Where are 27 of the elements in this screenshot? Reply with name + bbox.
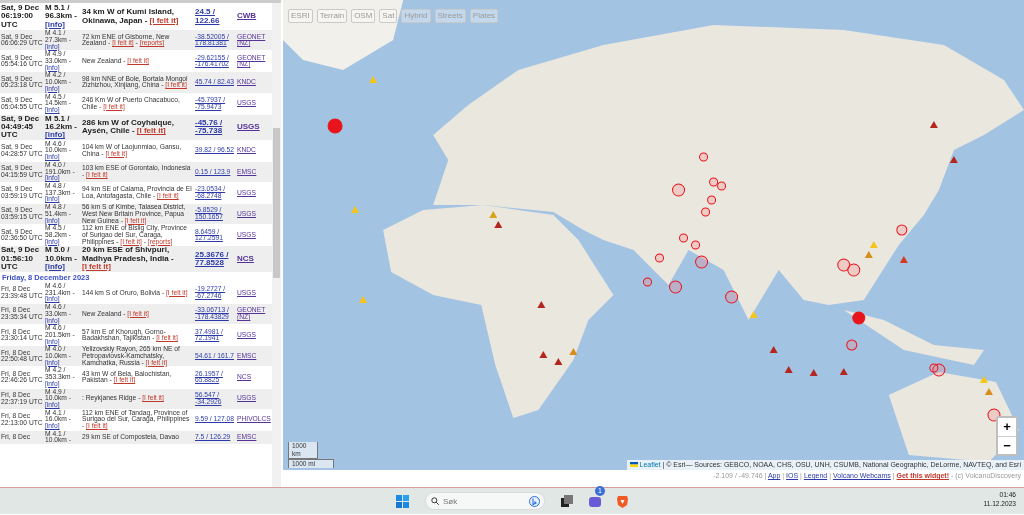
- quake-time: Sat, 9 Dec 06:19:00 UTC: [0, 4, 41, 30]
- felt-report-link[interactable]: [I felt it]: [82, 262, 111, 272]
- windows-logo-icon[interactable]: [396, 494, 409, 508]
- magnitude-depth: M 5.1 / 96.3km - [info]: [44, 4, 79, 30]
- felt-report-link[interactable]: [I felt it]: [136, 126, 166, 136]
- scrollbar[interactable]: [272, 3, 281, 487]
- felt-report-link[interactable]: [I felt it]: [149, 15, 179, 25]
- search-field[interactable]: Søk: [425, 492, 545, 510]
- flag-icon: [629, 462, 638, 468]
- quake-location: 286 km W of Coyhaique, Aysén, Chile - [I felt it]: [81, 114, 194, 140]
- quake-time: Sat, 9 Dec 04:49:45 UTC: [0, 114, 44, 140]
- info-link[interactable]: [info]: [45, 130, 65, 140]
- zoom-out-button[interactable]: −: [998, 436, 1016, 454]
- coordinates-link[interactable]: 24.5 / 122.66: [195, 8, 235, 25]
- quake-time: Sat, 9 Dec 01:56:10 UTC: [0, 246, 44, 272]
- quake-location: 20 km ESE of Shivpuri, Madhya Pradesh, India - [I felt it]: [81, 246, 194, 272]
- quake-location: 34 km W of Kumi Island, Okinawa, Japan - [I felt it]: [81, 6, 180, 27]
- info-link[interactable]: [info]: [45, 19, 65, 29]
- info-link[interactable]: [info]: [45, 262, 65, 272]
- task-view-icon[interactable]: [561, 495, 573, 507]
- shield-icon[interactable]: [617, 494, 628, 508]
- source-link[interactable]: CWB: [237, 12, 271, 21]
- magnitude-depth: M 5.1 / 16.2km - [info]: [44, 114, 81, 140]
- search-icon: [431, 497, 439, 505]
- assistant-icon[interactable]: [529, 496, 540, 507]
- magnitude-depth: M 5.0 / 10.0km - [info]: [44, 246, 81, 272]
- chat-icon[interactable]: [589, 495, 601, 508]
